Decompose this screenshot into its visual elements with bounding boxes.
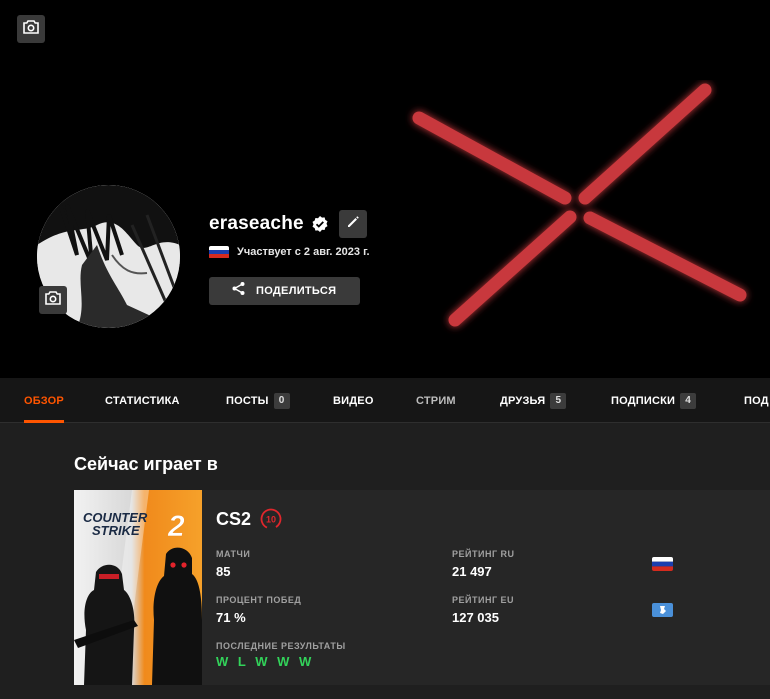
- tab-label: СТРИМ: [416, 394, 456, 407]
- camera-icon: [23, 19, 39, 39]
- tab-statistics[interactable]: СТАТИСТИКА: [105, 378, 180, 423]
- tab-label: ОБЗОР: [24, 394, 64, 407]
- skill-level-icon: 10: [260, 508, 282, 530]
- game-cover: COUNTER STRIKE 2: [74, 490, 202, 685]
- edit-profile-button[interactable]: [338, 210, 367, 238]
- banner-x-graphic: [412, 83, 747, 327]
- member-since-row: Участвует с 2 авг. 2023 г.: [209, 244, 370, 260]
- count-badge: 4: [680, 392, 697, 409]
- tab-label: ДРУЗЬЯ: [500, 394, 546, 407]
- rating-ru-value: 21 497: [452, 564, 492, 579]
- cover-text-line2: STRIKE: [92, 523, 140, 538]
- matches-label: МАТЧИ: [216, 549, 251, 559]
- verified-icon: [311, 215, 329, 233]
- tab-label: ПОСТЫ: [226, 394, 269, 407]
- tab-label: ВИДЕО: [333, 394, 374, 407]
- share-button[interactable]: ПОДЕЛИТЬСЯ: [209, 277, 360, 305]
- rating-eu-label: РЕЙТИНГ EU: [452, 595, 515, 605]
- now-playing-card[interactable]: COUNTER STRIKE 2 CS2 10 МАТЧИ 85 ПРОЦЕНТ…: [74, 490, 770, 685]
- count-badge: 0: [273, 392, 290, 409]
- member-since-text: Участвует с 2 авг. 2023 г.: [237, 246, 370, 258]
- camera-icon: [45, 290, 61, 310]
- game-name: CS2: [216, 508, 252, 529]
- count-badge: 5: [550, 392, 567, 409]
- profile-banner: eraseache Участвует с 2 авг. 2023 г. ПОД…: [0, 0, 770, 378]
- tab-subscriptions[interactable]: ПОДПИСКИ 4: [611, 378, 697, 423]
- tab-more-truncated[interactable]: ПОД: [744, 378, 769, 423]
- game-title-row: CS2 10: [216, 508, 282, 530]
- tab-overview[interactable]: ОБЗОР: [24, 378, 64, 423]
- tab-label: ПОДПИСКИ: [611, 394, 676, 407]
- tab-video[interactable]: ВИДЕО: [333, 378, 374, 423]
- recent-results: W L W W W: [216, 654, 315, 669]
- rating-ru-label: РЕЙТИНГ RU: [452, 549, 515, 559]
- rating-eu-value: 127 035: [452, 610, 499, 625]
- banner-camera-button[interactable]: [17, 15, 45, 43]
- cover-number: 2: [167, 510, 185, 543]
- avatar-container: [37, 185, 180, 328]
- winrate-value: 71 %: [216, 610, 246, 625]
- winrate-label: ПРОЦЕНТ ПОБЕД: [216, 595, 302, 605]
- avatar-camera-button[interactable]: [39, 286, 67, 314]
- pencil-icon: [346, 215, 360, 234]
- share-icon: [231, 281, 246, 301]
- share-button-label: ПОДЕЛИТЬСЯ: [256, 285, 337, 297]
- tab-label: СТАТИСТИКА: [105, 394, 180, 407]
- tab-friends[interactable]: ДРУЗЬЯ 5: [500, 378, 567, 423]
- eu-region-icon: [652, 603, 673, 617]
- now-playing-title: Сейчас играет в: [74, 454, 218, 474]
- tab-label: ПОД: [744, 394, 769, 407]
- matches-value: 85: [216, 564, 231, 579]
- tab-stream[interactable]: СТРИМ: [416, 378, 456, 423]
- russia-flag-icon: [652, 557, 673, 571]
- recent-results-label: ПОСЛЕДНИЕ РЕЗУЛЬТАТЫ: [216, 641, 346, 651]
- username-row: eraseache: [209, 210, 367, 238]
- username: eraseache: [209, 213, 304, 234]
- russia-flag-icon: [209, 245, 229, 259]
- tab-posts[interactable]: ПОСТЫ 0: [226, 378, 290, 423]
- profile-tabs: ОБЗОР СТАТИСТИКА ПОСТЫ 0 ВИДЕО СТРИМ ДРУ…: [0, 378, 770, 423]
- skill-level-value: 10: [266, 515, 276, 525]
